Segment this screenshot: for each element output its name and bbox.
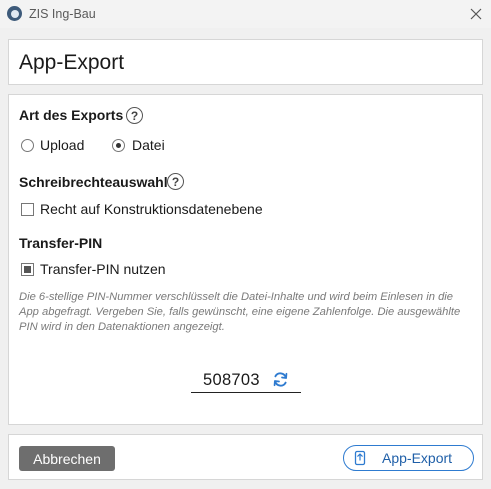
radio-datei[interactable] xyxy=(112,139,125,152)
transfer-pin-heading: Transfer-PIN xyxy=(19,235,103,251)
footer-panel: Abbrechen App-Export xyxy=(8,434,483,480)
transfer-pin-checkbox[interactable] xyxy=(21,263,34,276)
radio-upload-label[interactable]: Upload xyxy=(40,137,84,153)
app-export-button-label: App-Export xyxy=(382,450,453,466)
write-permission-help-icon[interactable]: ? xyxy=(167,173,184,190)
phone-export-icon xyxy=(354,450,366,466)
cancel-button[interactable]: Abbrechen xyxy=(19,446,115,471)
pin-input[interactable]: 508703 xyxy=(191,369,301,393)
close-button[interactable] xyxy=(463,2,489,26)
app-logo-icon xyxy=(7,6,22,21)
content-panel: Art des Exports ? Upload Datei Schreibre… xyxy=(8,94,483,425)
export-type-help-icon[interactable]: ? xyxy=(126,107,143,124)
transfer-pin-checkbox-label[interactable]: Transfer-PIN nutzen xyxy=(40,261,166,277)
radio-datei-label[interactable]: Datei xyxy=(132,137,165,153)
window-title: ZIS Ing-Bau xyxy=(29,7,96,21)
close-icon xyxy=(470,8,482,20)
radio-upload[interactable] xyxy=(21,139,34,152)
transfer-pin-description: Die 6-stellige PIN-Nummer verschlüsselt … xyxy=(19,291,461,333)
pin-value[interactable]: 508703 xyxy=(203,371,260,390)
write-permission-heading: Schreibrechteauswahl xyxy=(19,174,168,190)
refresh-icon[interactable] xyxy=(272,371,289,388)
construction-level-label[interactable]: Recht auf Konstruktionsdatenebene xyxy=(40,201,263,217)
header-panel: App-Export xyxy=(8,39,483,85)
title-bar: ZIS Ing-Bau xyxy=(0,0,491,28)
export-type-heading: Art des Exports xyxy=(19,107,124,123)
page-title: App-Export xyxy=(19,51,125,74)
app-export-button[interactable]: App-Export xyxy=(343,445,474,471)
construction-level-checkbox[interactable] xyxy=(21,203,34,216)
